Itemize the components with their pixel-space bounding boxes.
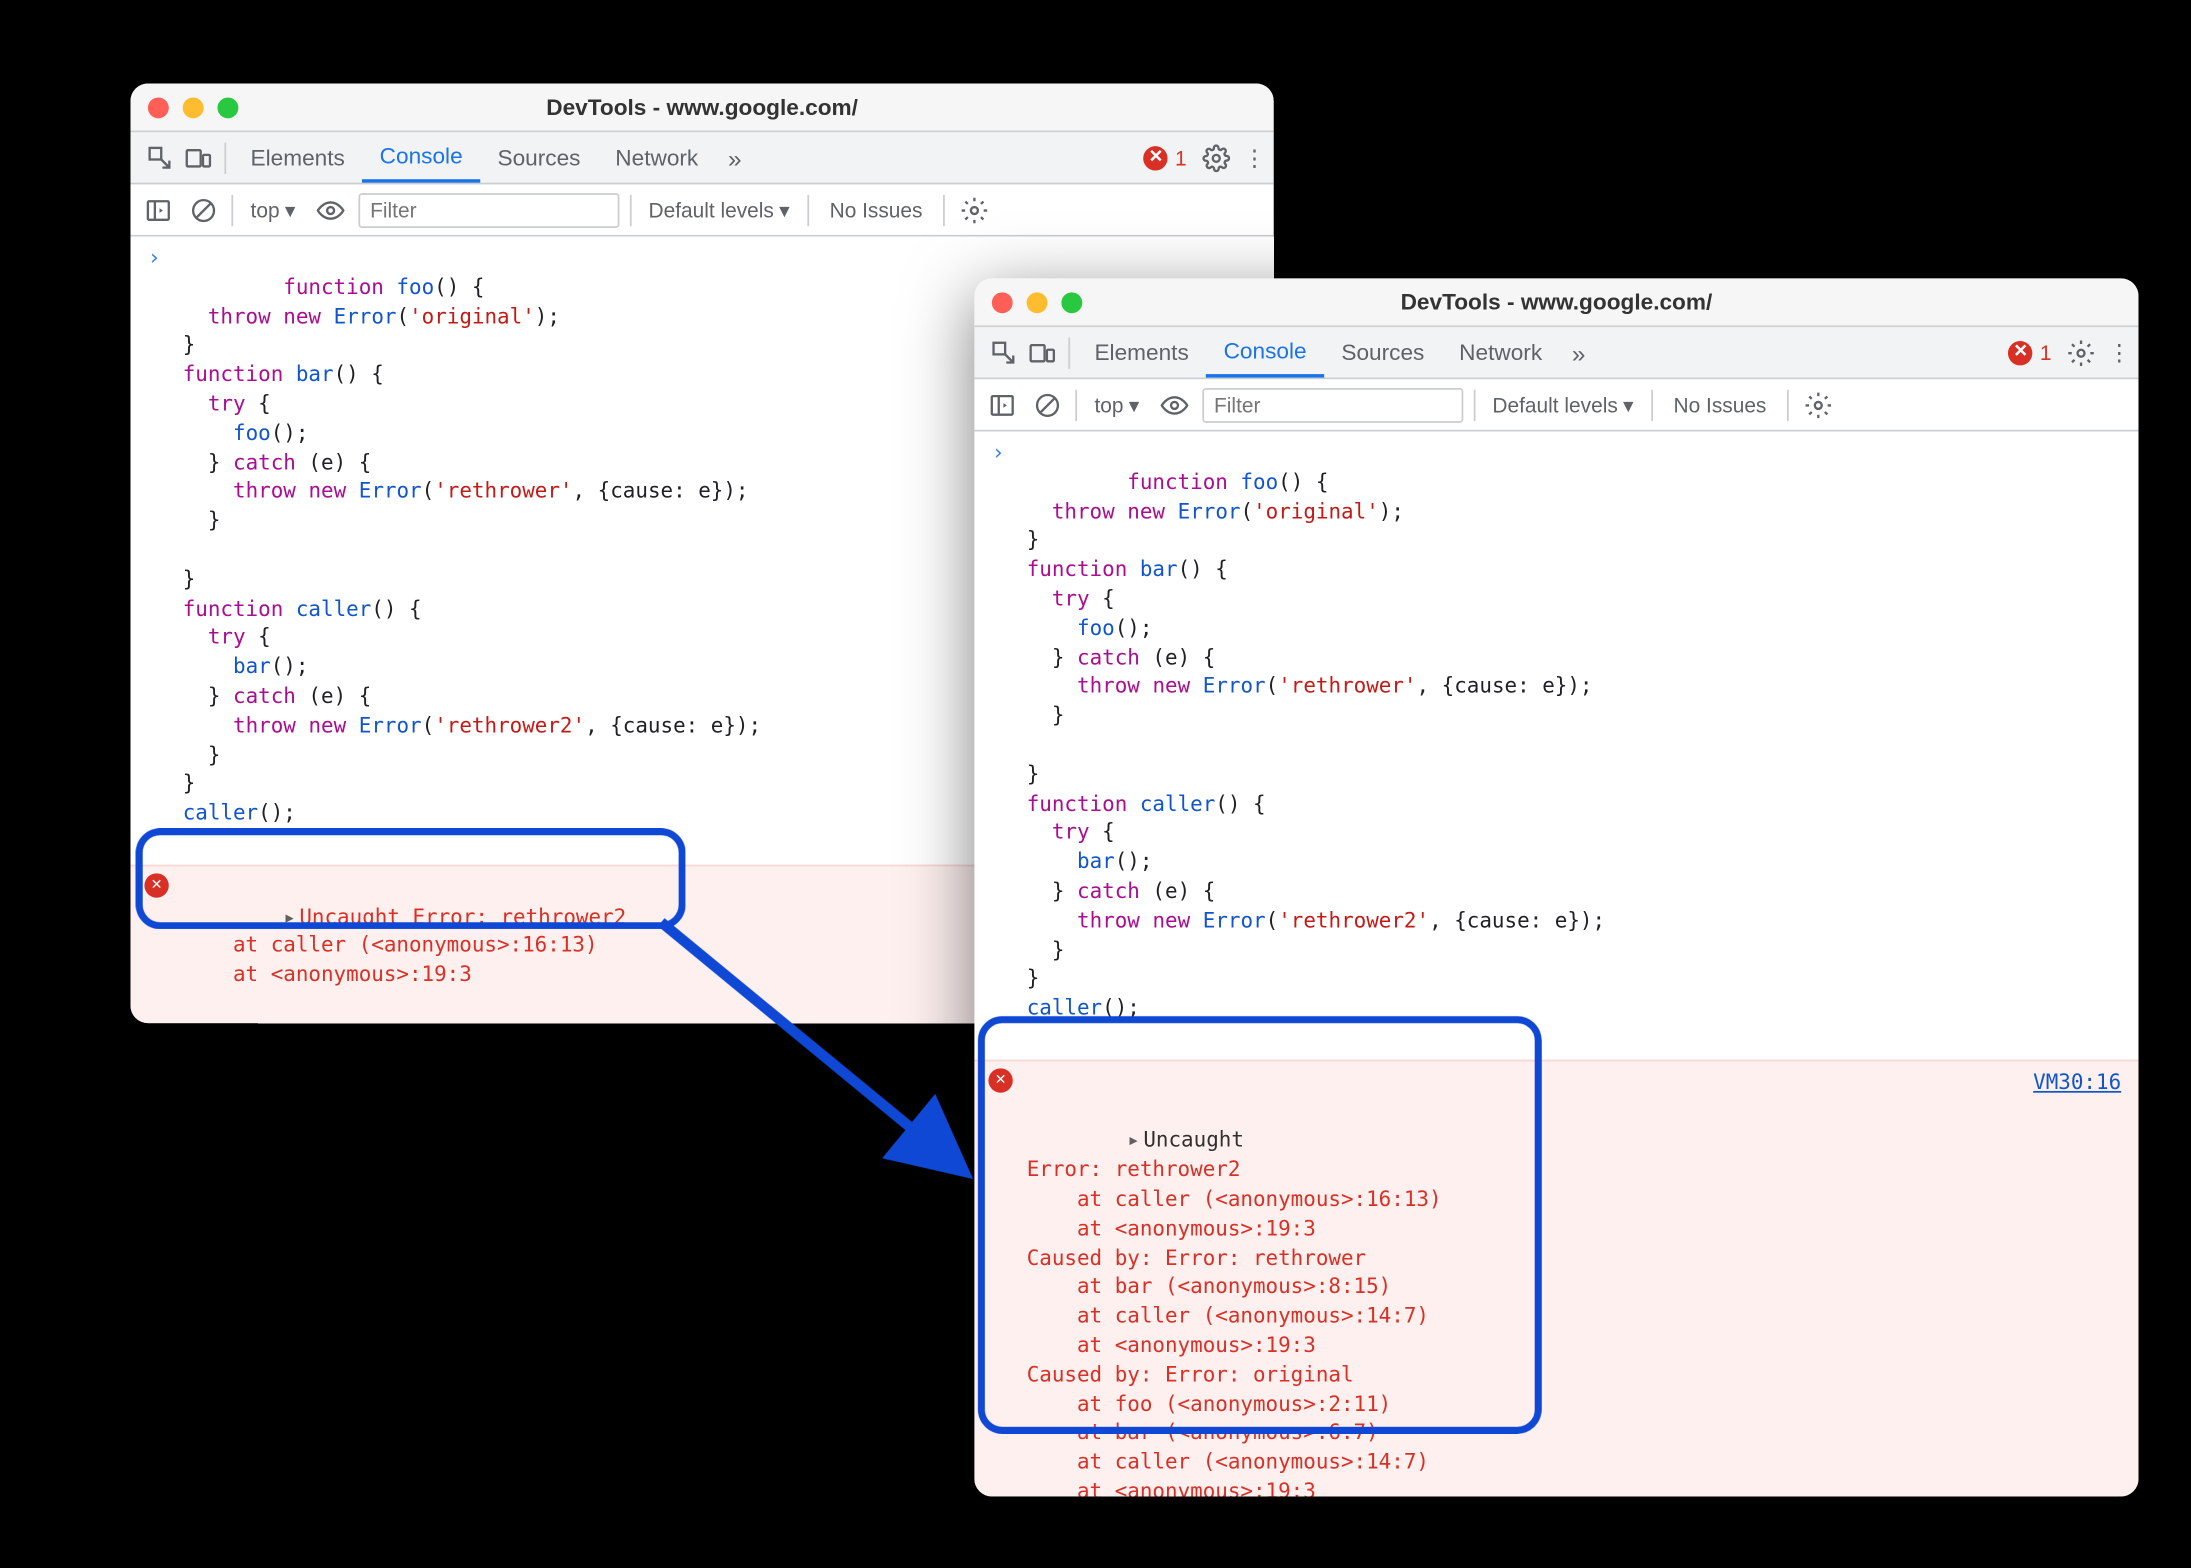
titlebar[interactable]: DevTools - www.google.com/	[974, 278, 2138, 327]
error-count: 1	[1175, 145, 1187, 169]
context-dropdown[interactable]: top ▾	[1088, 392, 1147, 416]
device-icon[interactable]	[179, 144, 217, 172]
expand-icon[interactable]: ▸	[283, 904, 296, 928]
prompt-icon: ›	[992, 438, 1005, 467]
error-circle-icon: ✕	[2009, 340, 2033, 364]
close-icon[interactable]	[992, 291, 1013, 312]
error-circle-icon: ✕	[144, 873, 168, 897]
tab-bar: Elements Console Sources Network » ✕ 1 ⋮	[974, 327, 2138, 379]
close-icon[interactable]	[148, 97, 169, 118]
error-count: 1	[2040, 340, 2052, 364]
more-tabs-icon[interactable]: »	[716, 144, 754, 172]
inspect-icon[interactable]	[985, 338, 1023, 366]
context-dropdown[interactable]: top ▾	[244, 197, 303, 221]
zoom-icon[interactable]	[218, 97, 239, 118]
source-link[interactable]: VM30:16	[2033, 1068, 2121, 1097]
chevron-down-icon: ▾	[285, 197, 295, 221]
eye-icon[interactable]	[1157, 391, 1192, 419]
titlebar[interactable]: DevTools - www.google.com/	[131, 84, 1274, 133]
console-settings-icon[interactable]	[1799, 391, 1837, 419]
tab-elements[interactable]: Elements	[233, 132, 362, 182]
gear-icon[interactable]	[2062, 338, 2100, 366]
error-stack: Error: rethrower2 at caller (<anonymous>…	[1027, 1157, 1442, 1496]
tab-sources[interactable]: Sources	[480, 132, 598, 182]
filter-input[interactable]	[358, 192, 619, 227]
error-header: Uncaught	[1143, 1128, 1244, 1152]
devtools-window-after: DevTools - www.google.com/ Elements Cons…	[974, 278, 2138, 1496]
expand-icon[interactable]: ▸	[1127, 1128, 1140, 1152]
chevron-down-icon: ▾	[1623, 392, 1633, 416]
sidebar-toggle-icon[interactable]	[985, 391, 1020, 419]
levels-dropdown[interactable]: Default levels ▾	[642, 197, 797, 221]
clear-console-icon[interactable]	[1030, 391, 1065, 419]
prompt-icon: ›	[148, 244, 161, 273]
levels-label: Default levels	[649, 197, 774, 221]
error-circle-icon: ✕	[988, 1068, 1012, 1092]
tab-sources[interactable]: Sources	[1324, 327, 1442, 377]
minimize-icon[interactable]	[183, 97, 204, 118]
console-settings-icon[interactable]	[956, 196, 994, 224]
tab-network[interactable]: Network	[1442, 327, 1560, 377]
levels-label: Default levels	[1492, 392, 1617, 416]
tab-elements[interactable]: Elements	[1077, 327, 1206, 377]
tab-console[interactable]: Console	[362, 132, 480, 182]
console-body[interactable]: ›function foo() { throw new Error('origi…	[974, 432, 2138, 1497]
inspect-icon[interactable]	[141, 144, 179, 172]
window-title: DevTools - www.google.com/	[131, 94, 1274, 120]
clear-console-icon[interactable]	[186, 196, 221, 224]
device-icon[interactable]	[1023, 338, 1061, 366]
error-message[interactable]: VM30:16 ✕ ▸Uncaught Error: rethrower2 at …	[974, 1059, 2138, 1496]
error-circle-icon: ✕	[1144, 145, 1168, 169]
console-input-echo: ›function foo() { throw new Error('origi…	[974, 432, 2138, 1060]
error-badge[interactable]: ✕ 1	[1144, 145, 1197, 169]
minimize-icon[interactable]	[1027, 291, 1048, 312]
issues-label[interactable]: No Issues	[819, 197, 933, 221]
levels-dropdown[interactable]: Default levels ▾	[1485, 392, 1640, 416]
context-label: top	[251, 197, 280, 221]
context-label: top	[1094, 392, 1123, 416]
chevron-down-icon: ▾	[1129, 392, 1139, 416]
window-title: DevTools - www.google.com/	[974, 289, 2138, 315]
issues-label[interactable]: No Issues	[1663, 392, 1777, 416]
tab-bar: Elements Console Sources Network » ✕ 1 ⋮	[131, 132, 1274, 184]
console-toolbar: top ▾ Default levels ▾ No Issues	[131, 184, 1274, 236]
kebab-icon[interactable]: ⋮	[2100, 338, 2138, 366]
console-toolbar: top ▾ Default levels ▾ No Issues	[974, 379, 2138, 431]
eye-icon[interactable]	[313, 196, 348, 224]
chevron-down-icon: ▾	[779, 197, 789, 221]
tab-network[interactable]: Network	[598, 132, 716, 182]
zoom-icon[interactable]	[1061, 291, 1082, 312]
error-badge[interactable]: ✕ 1	[2009, 340, 2062, 364]
more-tabs-icon[interactable]: »	[1560, 338, 1598, 366]
filter-input[interactable]	[1202, 387, 1463, 422]
gear-icon[interactable]	[1197, 144, 1235, 172]
tab-console[interactable]: Console	[1206, 327, 1324, 377]
kebab-icon[interactable]: ⋮	[1235, 144, 1273, 172]
sidebar-toggle-icon[interactable]	[141, 196, 176, 224]
